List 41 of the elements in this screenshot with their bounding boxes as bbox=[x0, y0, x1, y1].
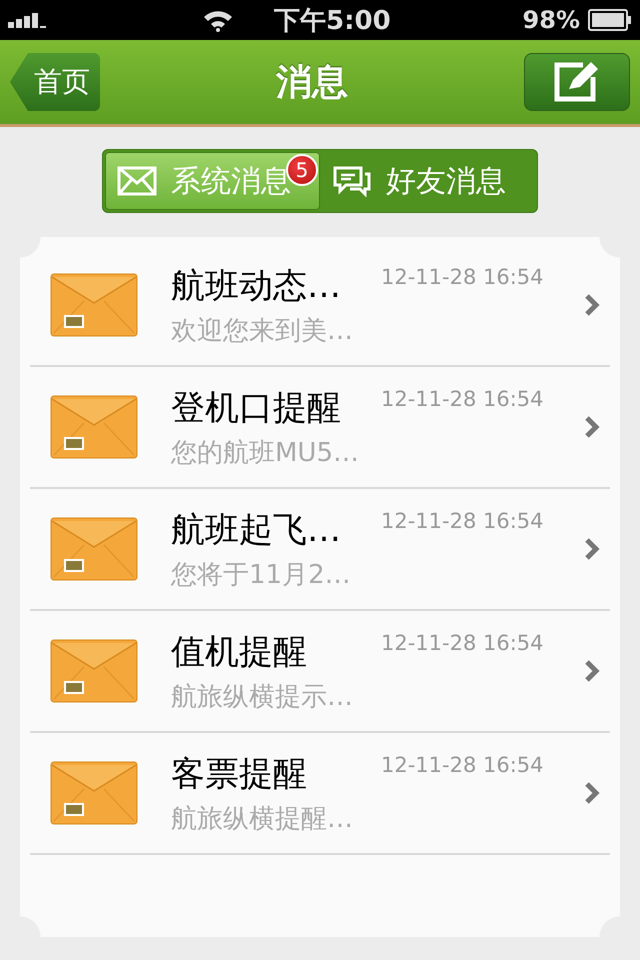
message-time: 12-11-28 16:54 bbox=[381, 752, 544, 776]
message-title: 航班起飞… bbox=[171, 508, 342, 552]
envelope-icon bbox=[50, 761, 138, 825]
message-time: 12-11-28 16:54 bbox=[381, 386, 544, 410]
envelope-icon bbox=[50, 639, 138, 703]
envelope-icon bbox=[117, 166, 157, 196]
chevron-icon bbox=[584, 659, 600, 683]
message-preview: 航旅纵横提醒… bbox=[171, 802, 354, 836]
battery-percent: 98% bbox=[522, 6, 580, 34]
chevron-icon bbox=[584, 537, 600, 561]
page-title: 消息 bbox=[276, 60, 348, 104]
message-row[interactable]: 登机口提醒 12-11-28 16:54 您的航班MU5… bbox=[30, 367, 610, 489]
message-time: 12-11-28 16:54 bbox=[381, 508, 544, 532]
message-title: 客票提醒 bbox=[171, 752, 308, 796]
status-time: 下午5:00 bbox=[274, 4, 392, 38]
chevron-icon bbox=[584, 781, 600, 805]
envelope-icon bbox=[50, 517, 138, 581]
message-time: 12-11-28 16:54 bbox=[381, 264, 544, 288]
message-time: 12-11-28 16:54 bbox=[381, 630, 544, 654]
message-preview: 您将于11月2… bbox=[171, 558, 352, 592]
message-row[interactable]: 客票提醒 12-11-28 16:54 航旅纵横提醒… bbox=[30, 733, 610, 855]
chevron-icon bbox=[584, 415, 600, 439]
message-preview: 航旅纵横提示… bbox=[171, 680, 354, 714]
envelope-icon bbox=[50, 273, 138, 337]
message-title: 值机提醒 bbox=[171, 630, 308, 674]
compose-icon bbox=[553, 61, 601, 103]
tab[interactable]: 好友消息 bbox=[320, 152, 535, 210]
chevron-icon bbox=[584, 293, 600, 317]
message-title: 登机口提醒 bbox=[171, 386, 342, 430]
envelope-icon bbox=[50, 395, 138, 459]
message-row[interactable]: 航班起飞… 12-11-28 16:54 您将于11月2… bbox=[30, 489, 610, 611]
chat-icon bbox=[332, 165, 372, 197]
message-preview: 您的航班MU5… bbox=[171, 436, 360, 470]
message-row[interactable]: 航班动态… 12-11-28 16:54 欢迎您来到美… bbox=[30, 245, 610, 367]
message-row[interactable]: 值机提醒 12-11-28 16:54 航旅纵横提示… bbox=[30, 611, 610, 733]
message-title: 航班动态… bbox=[171, 264, 342, 308]
battery-icon bbox=[588, 9, 632, 31]
back-button[interactable]: 首页 bbox=[10, 53, 100, 111]
compose-button[interactable] bbox=[524, 53, 630, 111]
count-badge: 5 bbox=[286, 154, 318, 186]
message-preview: 欢迎您来到美… bbox=[171, 314, 354, 348]
